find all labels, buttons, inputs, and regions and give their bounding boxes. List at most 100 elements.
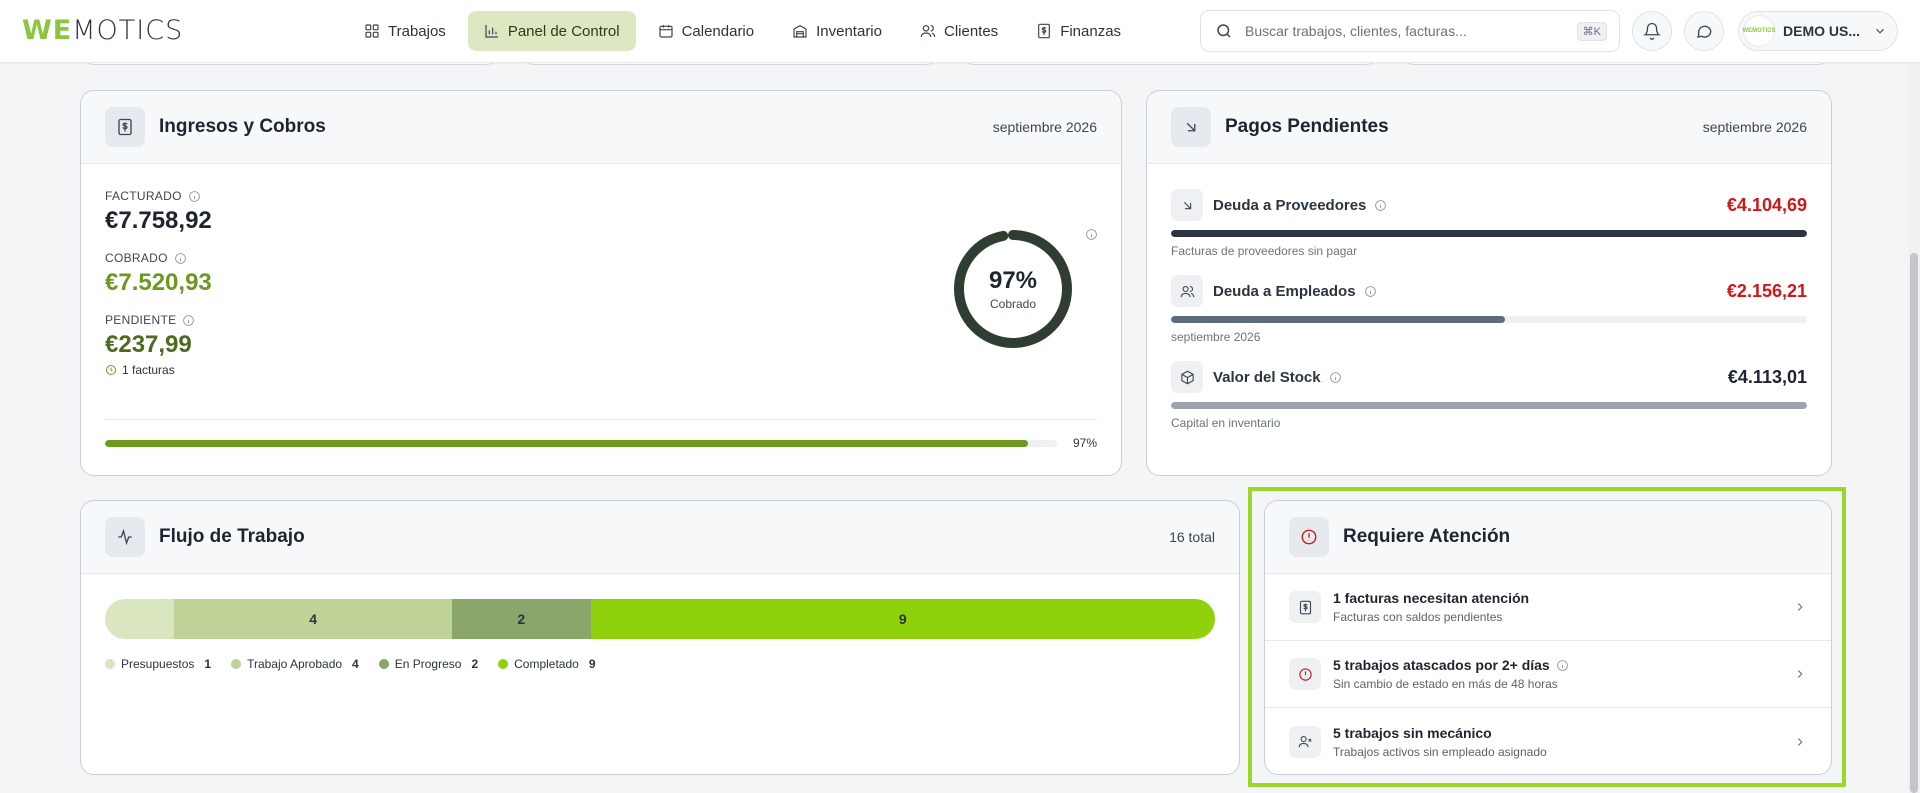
pendiente-value: €237,99 — [105, 331, 192, 358]
info-icon[interactable] — [1556, 659, 1569, 672]
app-logo[interactable]: WEMOTICS — [22, 16, 183, 46]
info-icon[interactable] — [1085, 228, 1098, 241]
nav-label: Clientes — [943, 22, 999, 40]
attention-row-sin-mecanico[interactable]: 5 trabajos sin mecánico Trabajos activos… — [1265, 708, 1831, 774]
page-scrollbar[interactable] — [1908, 63, 1920, 793]
card-title: Flujo de Trabajo — [159, 526, 305, 547]
legend-count: 1 — [204, 657, 212, 671]
info-icon[interactable] — [174, 252, 187, 265]
pay-row-stock[interactable]: Valor del Stock €4.113,01 Capital en inv… — [1171, 361, 1807, 430]
nav-item-calendario[interactable]: Calendario — [642, 11, 771, 51]
flow-segment-trabajo-aprobado[interactable]: 4 — [174, 599, 452, 639]
legend-count: 2 — [471, 657, 479, 671]
avatar: WEMOTICS — [1743, 15, 1776, 47]
box-icon — [1180, 370, 1194, 384]
logo-we: WE — [22, 15, 73, 46]
pay-bar-track — [1171, 402, 1807, 409]
activity-icon — [118, 528, 132, 546]
info-icon[interactable] — [182, 314, 195, 327]
chevron-down-icon — [1876, 28, 1884, 34]
notifications-button[interactable] — [1632, 11, 1672, 51]
att-icon — [1289, 725, 1321, 758]
pay-amount: €4.104,69 — [1726, 194, 1807, 215]
att-title-wrap: 5 trabajos atascados por 2+ días — [1333, 657, 1781, 673]
nav-item-inventario[interactable]: Inventario — [776, 11, 898, 51]
alert-circle-icon — [1298, 667, 1312, 681]
pay-label: Deuda a Proveedores — [1213, 197, 1717, 214]
ring-center: 97% Cobrado — [951, 267, 1075, 311]
card-header: Pagos Pendientes septiembre 2026 — [1147, 91, 1831, 164]
flow-segment-completado[interactable]: 9 — [590, 599, 1215, 639]
warehouse-icon — [793, 24, 807, 38]
legend-item: Trabajo Aprobado 4 — [231, 657, 359, 671]
nav-label: Inventario — [816, 22, 882, 40]
arrow-down-right-icon — [1183, 201, 1191, 209]
pay-label-text: Deuda a Proveedores — [1213, 196, 1367, 214]
alert-circle-icon — [1301, 529, 1317, 545]
card-header: Requiere Atención — [1265, 501, 1831, 574]
scrollbar-thumb[interactable] — [1910, 253, 1918, 793]
nav-item-trabajos[interactable]: Trabajos — [348, 11, 462, 51]
info-icon[interactable] — [1364, 285, 1377, 298]
card-icon — [105, 107, 145, 147]
nav-item-panel-de-control[interactable]: Panel de Control — [467, 11, 636, 51]
info-icon[interactable] — [1329, 371, 1342, 384]
chevron-right-icon — [1797, 603, 1803, 611]
facturas-note: 1 facturas — [105, 363, 212, 377]
pay-row-empleados[interactable]: Deuda a Empleados €2.156,21 septiembre 2… — [1171, 275, 1807, 344]
flow-segment-presupuestos[interactable] — [105, 599, 175, 639]
flujo-total: 16 total — [1169, 529, 1215, 545]
pay-label: Valor del Stock — [1213, 369, 1718, 386]
attention-row-facturas[interactable]: 1 facturas necesitan atención Facturas c… — [1265, 574, 1831, 641]
pendiente-label-text: PENDIENTE — [105, 313, 177, 327]
pay-bar-fill — [1171, 402, 1807, 409]
legend-label: Presupuestos — [121, 657, 195, 671]
pay-amount: €2.156,21 — [1726, 280, 1807, 301]
legend-dot — [105, 659, 115, 669]
ring-label: Cobrado — [989, 297, 1037, 311]
pay-bar-fill — [1171, 316, 1505, 323]
user-name: DEMO US... — [1783, 23, 1861, 39]
nav-item-clientes[interactable]: Clientes — [904, 11, 1014, 51]
ingresos-stats: FACTURADO €7.758,92 COBRADO €7.520,93 PE… — [105, 189, 212, 377]
att-title: 1 facturas necesitan atención — [1333, 590, 1530, 606]
att-sub: Facturas con saldos pendientes — [1333, 610, 1503, 624]
user-menu-button[interactable]: WEMOTICS DEMO US... — [1738, 11, 1898, 51]
card-title: Ingresos y Cobros — [159, 116, 326, 137]
bell-icon — [1643, 22, 1661, 40]
card-title: Pagos Pendientes — [1225, 116, 1389, 137]
chevron-right-icon — [1797, 737, 1803, 746]
legend-count: 4 — [352, 657, 359, 671]
facturado-value: €7.758,92 — [105, 207, 212, 234]
facturado-label: FACTURADO — [105, 189, 212, 203]
pay-sub: Capital en inventario — [1171, 416, 1281, 430]
legend-dot — [378, 659, 389, 669]
info-icon[interactable] — [188, 190, 201, 203]
facturado-label-text: FACTURADO — [105, 189, 182, 203]
att-icon — [1289, 658, 1321, 690]
search-box[interactable]: ⌘K — [1200, 10, 1620, 52]
card-icon — [105, 517, 145, 557]
dollar-doc-icon — [1038, 23, 1051, 39]
messages-button[interactable] — [1684, 11, 1724, 51]
pay-icon — [1171, 275, 1203, 307]
legend-label: Completado — [514, 657, 579, 671]
atencion-card: Requiere Atención 1 facturas necesitan a… — [1264, 500, 1832, 775]
facturas-note-text: 1 facturas — [122, 363, 175, 377]
flujo-card: Flujo de Trabajo 16 total 4 2 9 Presupue… — [80, 500, 1240, 775]
pay-bar-track — [1171, 316, 1807, 323]
cobrado-label-text: COBRADO — [105, 251, 168, 265]
search-shortcut: ⌘K — [1576, 21, 1607, 41]
flow-segment-en-progreso[interactable]: 2 — [451, 599, 591, 639]
card-period: septiembre 2026 — [992, 119, 1097, 135]
cobrado-value: €7.520,93 — [105, 269, 212, 296]
ring-percent: 97% — [988, 267, 1038, 294]
info-icon[interactable] — [1374, 199, 1387, 212]
pay-sub: Facturas de proveedores sin pagar — [1171, 244, 1358, 258]
search-input[interactable] — [1245, 23, 1577, 39]
pay-row-proveedores[interactable]: Deuda a Proveedores €4.104,69 Facturas d… — [1171, 189, 1807, 258]
chevron-right-icon — [1797, 670, 1803, 678]
attention-row-atascados[interactable]: 5 trabajos atascados por 2+ días Sin cam… — [1265, 641, 1831, 708]
ingresos-card: Ingresos y Cobros septiembre 2026 FACTUR… — [80, 90, 1122, 476]
nav-item-finanzas[interactable]: Finanzas — [1020, 11, 1137, 51]
